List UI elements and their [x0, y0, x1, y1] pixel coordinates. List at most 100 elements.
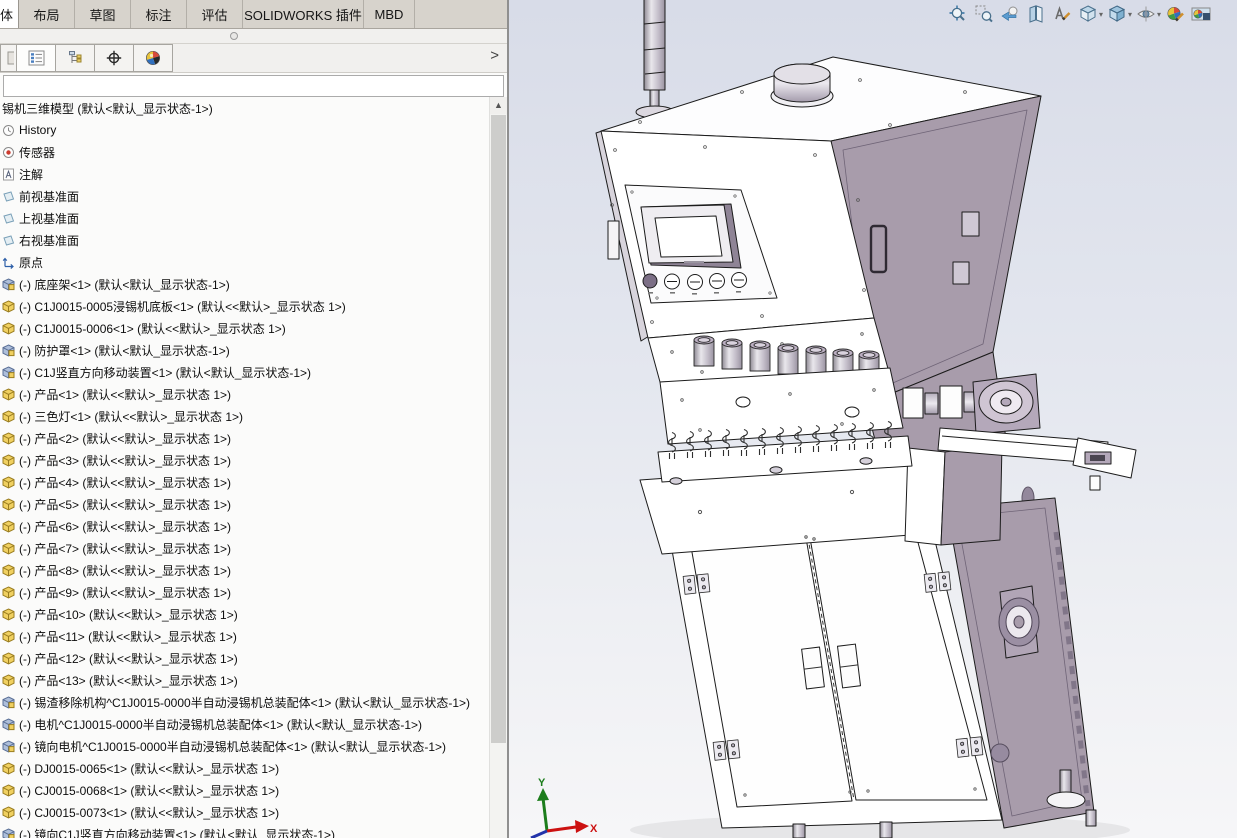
display-manager-icon	[146, 51, 160, 65]
tree-item-label: (-) C1J0015-0005浸锡机底板<1> (默认<<默认>_显示状态 1…	[19, 299, 346, 314]
tree-scrollbar[interactable]: ▲	[489, 97, 507, 838]
tree-item[interactable]: (-) 防护罩<1> (默认<默认_显示状态-1>)	[0, 339, 489, 361]
tree-item[interactable]: 注解	[0, 163, 489, 185]
edit-appearance-icon[interactable]	[1162, 3, 1188, 25]
tree-item[interactable]: (-) 底座架<1> (默认<默认_显示状态-1>)	[0, 273, 489, 295]
annotation-icon	[2, 168, 15, 181]
tree-item[interactable]: (-) 产品<4> (默认<<默认>_显示状态 1>)	[0, 471, 489, 493]
clipped-icon	[7, 51, 14, 65]
tree-item[interactable]: (-) 产品<8> (默认<<默认>_显示状态 1>)	[0, 559, 489, 581]
tree-item-label: (-) 镜向C1J竖直方向移动装置<1> (默认<默认_显示状态-1>)	[19, 827, 336, 838]
tree-item[interactable]: 右视基准面	[0, 229, 489, 251]
tree-item[interactable]: (-) 产品<5> (默认<<默认>_显示状态 1>)	[0, 493, 489, 515]
tree-item[interactable]: History	[0, 119, 489, 141]
tree-item-label: (-) 产品<1> (默认<<默认>_显示状态 1>)	[19, 387, 232, 402]
tree-item[interactable]: (-) C1J0015-0005浸锡机底板<1> (默认<<默认>_显示状态 1…	[0, 295, 489, 317]
tree-item[interactable]: (-) 产品<1> (默认<<默认>_显示状态 1>)	[0, 383, 489, 405]
scroll-up-arrow-icon[interactable]: ▲	[490, 97, 507, 114]
plane-icon	[2, 190, 15, 203]
tree-item-label: (-) 电机^C1J0015-0000半自动浸锡机总装配体<1> (默认<默认_…	[19, 717, 423, 732]
tree-item[interactable]: (-) 产品<3> (默认<<默认>_显示状态 1>)	[0, 449, 489, 471]
panel-overflow-chevron-icon[interactable]: >	[490, 47, 499, 64]
tree-item-label: 右视基准面	[19, 233, 80, 248]
tree-item[interactable]: (-) 电机^C1J0015-0000半自动浸锡机总装配体<1> (默认<默认_…	[0, 713, 489, 735]
zoom-to-area-icon[interactable]	[971, 3, 997, 25]
panel-splitter[interactable]	[507, 0, 509, 838]
apply-scene-icon[interactable]	[1188, 3, 1214, 25]
plane-icon	[2, 234, 15, 247]
machine-model[interactable]: Y X	[509, 0, 1237, 838]
tree-item[interactable]: (-) C1J0015-0006<1> (默认<<默认>_显示状态 1>)	[0, 317, 489, 339]
assembly-icon	[2, 739, 15, 753]
tree-item[interactable]: (-) 锡渣移除机构^C1J0015-0000半自动浸锡机总装配体<1> (默认…	[0, 691, 489, 713]
left-side-handle[interactable]	[607, 220, 620, 260]
tree-item[interactable]: 上视基准面	[0, 207, 489, 229]
triad-y-label: Y	[538, 777, 546, 789]
tab-layout[interactable]: 布局	[19, 0, 75, 28]
tree-item-label: (-) 底座架<1> (默认<默认_显示状态-1>)	[19, 277, 230, 292]
hide-show-annotations-icon[interactable]	[1049, 3, 1075, 25]
tree-item[interactable]: (-) CJ0015-0073<1> (默认<<默认>_显示状态 1>)	[0, 801, 489, 823]
panel-tab-partial[interactable]	[0, 44, 17, 72]
tree-item-label: (-) 产品<13> (默认<<默认>_显示状态 1>)	[19, 673, 238, 688]
tree-root-item[interactable]: 锡机三维模型 (默认<默认_显示状态-1>)	[0, 97, 489, 119]
tree-item-label: 注解	[19, 167, 44, 182]
panel-tab-configurations[interactable]	[56, 44, 95, 72]
hide-show-items-dropdown-icon[interactable]: ▾	[1157, 10, 1161, 19]
tree-item-label: (-) DJ0015-0065<1> (默认<<默认>_显示状态 1>)	[19, 761, 280, 776]
panel-tab-feature-tree[interactable]	[17, 44, 56, 72]
tree-item[interactable]: (-) 镜向C1J竖直方向移动装置<1> (默认<默认_显示状态-1>)	[0, 823, 489, 838]
part-icon	[2, 321, 15, 335]
tree-item[interactable]: (-) 产品<7> (默认<<默认>_显示状态 1>)	[0, 537, 489, 559]
mid-fan[interactable]	[972, 373, 1041, 435]
display-style-dropdown-icon[interactable]: ▾	[1128, 10, 1132, 19]
tree-item[interactable]: (-) 产品<12> (默认<<默认>_显示状态 1>)	[0, 647, 489, 669]
tree-item-label: (-) C1J0015-0006<1> (默认<<默认>_显示状态 1>)	[19, 321, 286, 336]
view-orientation-icon[interactable]	[1075, 3, 1101, 25]
ribbon-expand-handle[interactable]	[230, 32, 238, 40]
tab-markup[interactable]: 标注	[131, 0, 187, 28]
top-vent-port[interactable]	[770, 63, 834, 108]
section-view-icon[interactable]	[1023, 3, 1049, 25]
tab-assembly[interactable]: 体	[0, 0, 19, 28]
tree-item[interactable]: (-) C1J竖直方向移动装置<1> (默认<默认_显示状态-1>)	[0, 361, 489, 383]
tree-item[interactable]: (-) 产品<6> (默认<<默认>_显示状态 1>)	[0, 515, 489, 537]
vertical-rod[interactable]	[635, 0, 675, 119]
graphics-viewport[interactable]: ▾ ▾ ▾ Y X	[509, 0, 1237, 838]
tree-item[interactable]: (-) 产品<2> (默认<<默认>_显示状态 1>)	[0, 427, 489, 449]
tab-evaluate[interactable]: 评估	[187, 0, 243, 28]
tree-item[interactable]: (-) 产品<13> (默认<<默认>_显示状态 1>)	[0, 669, 489, 691]
tree-item[interactable]: (-) 镜向电机^C1J0015-0000半自动浸锡机总装配体<1> (默认<默…	[0, 735, 489, 757]
hide-show-items-icon[interactable]	[1133, 3, 1159, 25]
dimxpert-manager-icon	[106, 50, 122, 66]
display-style-icon[interactable]	[1104, 3, 1130, 25]
tree-item-label: (-) 产品<8> (默认<<默认>_显示状态 1>)	[19, 563, 232, 578]
part-icon	[2, 783, 15, 797]
tab-solidworks-addins[interactable]: SOLIDWORKS 插件	[243, 0, 364, 28]
tree-item[interactable]: 前视基准面	[0, 185, 489, 207]
part-icon	[2, 585, 15, 599]
part-icon	[2, 497, 15, 511]
tab-mbd[interactable]: MBD	[364, 0, 415, 28]
tree-item[interactable]: (-) 三色灯<1> (默认<<默认>_显示状态 1>)	[0, 405, 489, 427]
lower-cabinet[interactable]	[667, 519, 1003, 829]
hmi-screen[interactable]	[654, 215, 723, 258]
view-orientation-dropdown-icon[interactable]: ▾	[1099, 10, 1103, 19]
tree-filter-box[interactable]	[3, 75, 504, 97]
tree-item[interactable]: 原点	[0, 251, 489, 273]
tree-item[interactable]: (-) DJ0015-0065<1> (默认<<默认>_显示状态 1>)	[0, 757, 489, 779]
tree-item[interactable]: 传感器	[0, 141, 489, 163]
tree-item[interactable]: (-) CJ0015-0068<1> (默认<<默认>_显示状态 1>)	[0, 779, 489, 801]
panel-tab-dimxpert[interactable]	[95, 44, 134, 72]
upper-cabinet-front[interactable]	[600, 130, 875, 339]
part-icon	[2, 387, 15, 401]
previous-view-icon[interactable]	[997, 3, 1023, 25]
tree-item[interactable]: (-) 产品<10> (默认<<默认>_显示状态 1>)	[0, 603, 489, 625]
zoom-to-fit-icon[interactable]	[945, 3, 971, 25]
tab-sketch[interactable]: 草图	[75, 0, 131, 28]
tree-item[interactable]: (-) 产品<11> (默认<<默认>_显示状态 1>)	[0, 625, 489, 647]
panel-tab-display-manager[interactable]	[134, 44, 173, 72]
tree-root-label: 锡机三维模型 (默认<默认_显示状态-1>)	[2, 101, 213, 116]
scrollbar-thumb[interactable]	[491, 115, 506, 743]
tree-item[interactable]: (-) 产品<9> (默认<<默认>_显示状态 1>)	[0, 581, 489, 603]
